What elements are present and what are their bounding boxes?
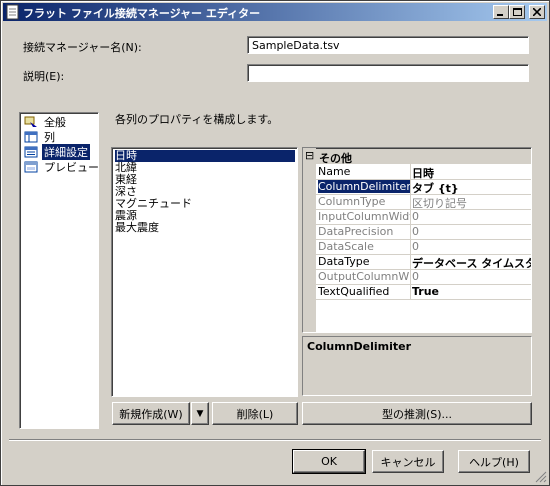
property-divider bbox=[410, 194, 411, 209]
property-description-title: ColumnDelimiter bbox=[307, 340, 412, 353]
nav-item-preview[interactable]: プレビュー bbox=[24, 160, 101, 174]
window-title: フラット ファイル接続マネージャー エディター bbox=[23, 7, 261, 20]
property-divider bbox=[410, 254, 411, 269]
preview-icon bbox=[24, 161, 38, 173]
property-name: ColumnDelimiter bbox=[318, 180, 410, 193]
property-value: 0 bbox=[412, 225, 419, 238]
property-divider bbox=[410, 224, 411, 239]
property-row-output-column-width[interactable]: OutputColumnWidth 0 bbox=[316, 269, 531, 285]
property-divider bbox=[410, 239, 411, 254]
nav-item-columns[interactable]: 列 bbox=[24, 130, 57, 144]
property-name: DataPrecision bbox=[318, 225, 394, 238]
property-name: Name bbox=[318, 165, 351, 178]
connection-name-input[interactable] bbox=[247, 36, 529, 54]
column-list[interactable]: 日時 北緯 東経 深さ マグニチュード 震源 最大震度 bbox=[111, 147, 298, 397]
advanced-icon bbox=[24, 146, 38, 158]
new-button[interactable]: 新規作成(W) bbox=[112, 402, 190, 425]
minimize-icon bbox=[497, 14, 503, 16]
collapse-icon[interactable]: ⊟ bbox=[305, 149, 314, 162]
connection-name-label: 接続マネージャー名(N): bbox=[23, 41, 142, 54]
general-icon bbox=[24, 116, 37, 127]
new-dropdown-button[interactable]: ▼ bbox=[191, 402, 209, 425]
property-value: 0 bbox=[412, 210, 419, 223]
property-row-text-qualified[interactable]: TextQualified True bbox=[316, 284, 531, 300]
property-row-data-type[interactable]: DataType データベース タイムスタン bbox=[316, 254, 531, 270]
property-row-data-scale[interactable]: DataScale 0 bbox=[316, 239, 531, 255]
nav-item-advanced[interactable]: 詳細設定 bbox=[24, 144, 90, 160]
maximize-button[interactable] bbox=[509, 5, 525, 19]
property-value: 0 bbox=[412, 240, 419, 253]
title-bar[interactable]: フラット ファイル接続マネージャー エディター bbox=[3, 3, 547, 21]
property-category[interactable]: ⊟ その他 bbox=[303, 149, 531, 165]
close-icon bbox=[533, 8, 541, 16]
help-button[interactable]: ヘルプ(H) bbox=[458, 450, 530, 473]
instruction-text: 各列のプロパティを構成します。 bbox=[115, 113, 279, 126]
minimize-button[interactable] bbox=[493, 5, 509, 19]
property-description-pane: ColumnDelimiter bbox=[302, 336, 532, 396]
property-name: DataScale bbox=[318, 240, 374, 253]
editor-window: フラット ファイル接続マネージャー エディター 接続マネージャー名(N): 説明… bbox=[0, 0, 550, 486]
property-name: ColumnType bbox=[318, 195, 386, 208]
property-grid[interactable]: ⊟ その他 Name 日時 ColumnDelimiter タブ {t} Col… bbox=[302, 147, 532, 333]
columns-icon bbox=[24, 131, 38, 143]
column-item[interactable]: 最大震度 bbox=[115, 222, 159, 234]
property-divider bbox=[410, 179, 411, 194]
property-name: InputColumnWidth bbox=[318, 210, 410, 223]
property-value[interactable]: True bbox=[412, 285, 531, 298]
resize-grip-icon[interactable] bbox=[535, 471, 547, 483]
property-value: 0 bbox=[412, 270, 419, 283]
nav-item-label: 詳細設定 bbox=[42, 144, 90, 160]
delete-button[interactable]: 削除(L) bbox=[212, 402, 298, 425]
cancel-button[interactable]: キャンセル bbox=[372, 450, 444, 473]
property-divider bbox=[410, 164, 411, 179]
property-row-data-precision[interactable]: DataPrecision 0 bbox=[316, 224, 531, 240]
separator bbox=[9, 439, 541, 441]
property-grid-gutter bbox=[303, 148, 316, 332]
nav-item-label: 列 bbox=[44, 131, 55, 144]
property-divider bbox=[410, 209, 411, 224]
property-name: TextQualified bbox=[318, 285, 390, 298]
chevron-down-icon: ▼ bbox=[196, 408, 204, 419]
description-label: 説明(E): bbox=[23, 70, 65, 83]
suggest-types-button[interactable]: 型の推測(S)... bbox=[302, 402, 532, 425]
nav-item-label: 全般 bbox=[44, 116, 66, 129]
close-button[interactable] bbox=[529, 5, 545, 19]
column-item[interactable]: 日時 bbox=[115, 150, 295, 162]
property-divider bbox=[410, 284, 411, 299]
property-row-column-type[interactable]: ColumnType 区切り記号 bbox=[316, 194, 531, 210]
property-name: DataType bbox=[318, 255, 370, 268]
maximize-icon bbox=[512, 7, 522, 16]
ok-button[interactable]: OK bbox=[292, 449, 366, 474]
property-divider bbox=[410, 269, 411, 284]
nav-panel: 全般 列 詳細設定 プレビュー bbox=[19, 112, 99, 429]
nav-item-general[interactable]: 全般 bbox=[24, 115, 68, 129]
description-input[interactable] bbox=[247, 64, 529, 82]
property-name: OutputColumnWidth bbox=[318, 270, 410, 283]
app-icon bbox=[6, 4, 19, 20]
property-row-name[interactable]: Name 日時 bbox=[316, 164, 531, 180]
property-row-input-column-width[interactable]: InputColumnWidth 0 bbox=[316, 209, 531, 225]
nav-item-label: プレビュー bbox=[44, 161, 99, 174]
property-row-column-delimiter[interactable]: ColumnDelimiter タブ {t} bbox=[316, 179, 531, 195]
